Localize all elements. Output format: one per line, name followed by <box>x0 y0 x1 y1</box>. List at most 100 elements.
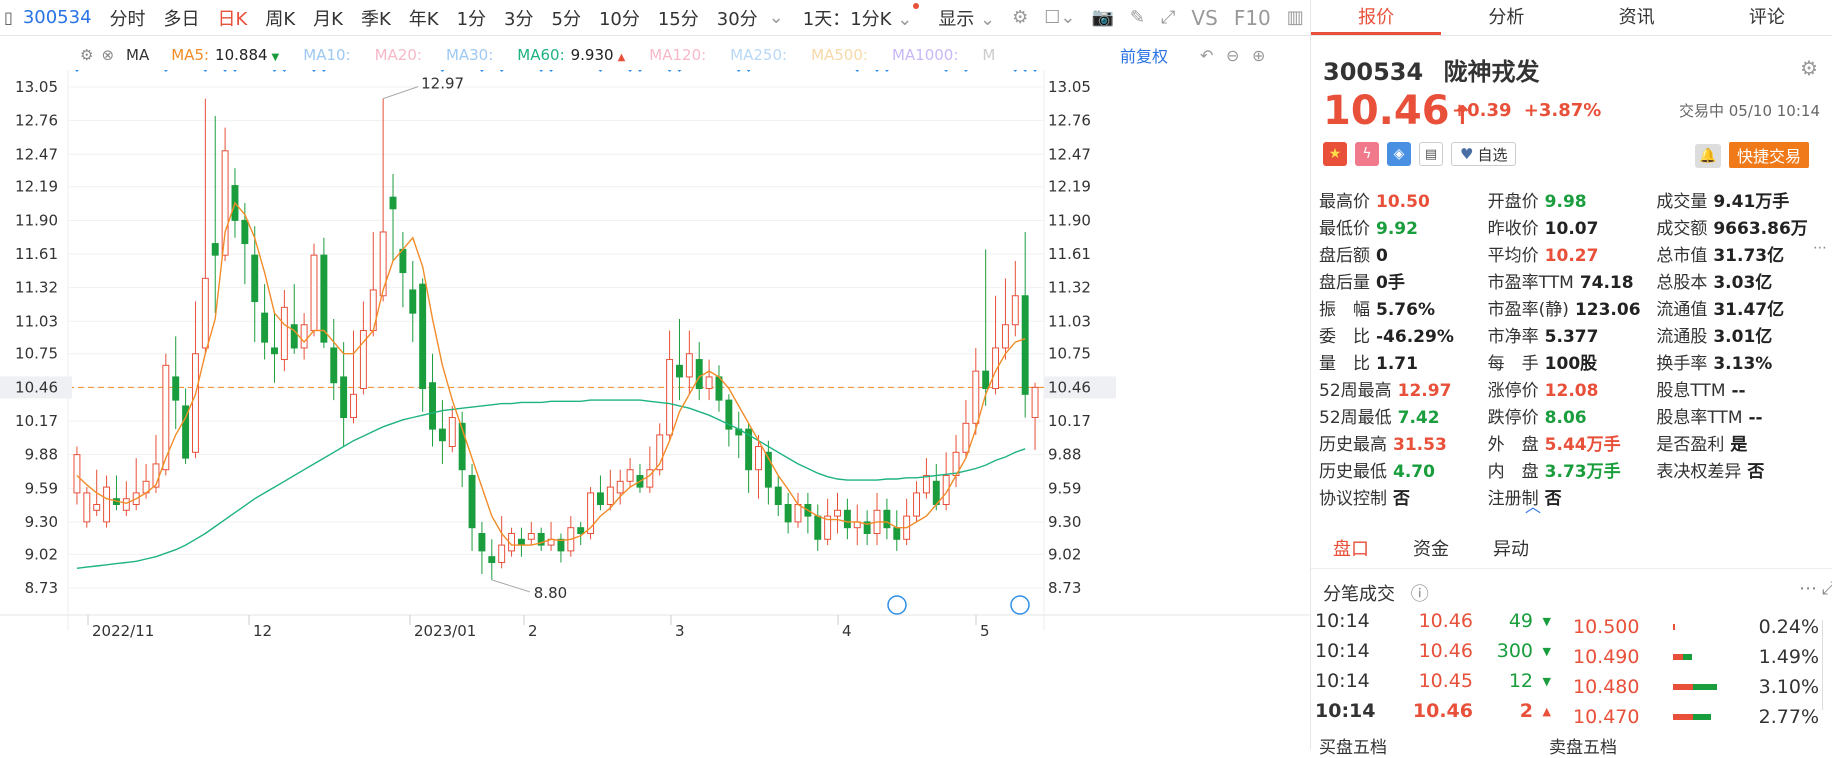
candle-body[interactable] <box>83 492 91 523</box>
candle-body[interactable] <box>251 254 259 303</box>
event-marker-icon[interactable] <box>874 66 881 72</box>
candle-body[interactable] <box>330 347 338 384</box>
period-tab[interactable]: 1分 <box>448 5 495 31</box>
event-marker-icon[interactable] <box>281 66 288 72</box>
candle-body[interactable] <box>982 370 990 390</box>
pencil-draw-icon[interactable]: ✎ <box>1122 7 1153 28</box>
event-marker-icon[interactable] <box>202 66 209 72</box>
period-tab[interactable]: 月K <box>304 5 352 31</box>
period-tab[interactable]: 年K <box>400 5 448 31</box>
vs-compare-button[interactable]: VS <box>1183 6 1225 30</box>
candle-body[interactable] <box>1001 324 1009 349</box>
candle-body[interactable] <box>834 509 841 517</box>
candle-body[interactable] <box>1011 295 1019 326</box>
sub-tab[interactable]: 异动 <box>1471 535 1551 561</box>
event-marker-icon[interactable] <box>271 66 278 72</box>
candle-body[interactable] <box>429 382 436 430</box>
candle-body[interactable] <box>172 376 180 401</box>
candle-body[interactable] <box>794 504 802 523</box>
zoom-in-icon[interactable]: ⊕ <box>1252 46 1265 65</box>
event-marker-icon[interactable] <box>597 66 604 72</box>
candle-body[interactable] <box>814 515 822 540</box>
candle-body[interactable] <box>666 359 674 436</box>
period-tab[interactable]: 30分 <box>708 5 767 31</box>
bell-alert-icon[interactable]: 🔔 <box>1695 144 1721 168</box>
candle-body[interactable] <box>1021 295 1029 395</box>
candle-body[interactable] <box>774 486 782 505</box>
event-marker-icon[interactable] <box>231 66 238 72</box>
candle-body[interactable] <box>211 243 219 256</box>
candle-body[interactable] <box>241 219 249 245</box>
period-tab[interactable]: 15分 <box>649 5 708 31</box>
candle-body[interactable] <box>488 556 496 563</box>
candle-body[interactable] <box>676 364 683 378</box>
ma-item[interactable]: MA120: <box>649 46 706 64</box>
earnings-marker-icon[interactable] <box>1010 595 1030 615</box>
candle-body[interactable] <box>755 446 762 471</box>
candle-body[interactable] <box>340 376 348 419</box>
candle-body[interactable] <box>300 324 308 349</box>
more-options-icon[interactable]: ⋯ <box>1813 240 1827 256</box>
period-tab[interactable]: 多日 <box>155 5 209 31</box>
event-marker-icon[interactable] <box>1012 66 1019 72</box>
info-icon[interactable]: ⓘ <box>1411 584 1429 605</box>
ma-item[interactable]: M <box>982 46 995 64</box>
candle-body[interactable] <box>596 492 604 505</box>
candle-body[interactable] <box>962 422 970 453</box>
event-marker-icon[interactable] <box>73 66 80 72</box>
notes-icon[interactable]: ▤ <box>1419 142 1443 166</box>
candle-body[interactable] <box>705 376 713 390</box>
event-marker-icon[interactable] <box>498 66 505 72</box>
candle-body[interactable] <box>201 277 209 349</box>
candle-body[interactable] <box>103 486 111 523</box>
fullscreen-icon[interactable]: ⤢ <box>1153 7 1183 28</box>
ma-item[interactable]: MA20: <box>375 46 422 64</box>
stock-code[interactable]: 300534 <box>17 7 101 28</box>
candle-body[interactable] <box>221 150 229 256</box>
event-marker-icon[interactable] <box>676 66 683 72</box>
period-tab[interactable]: 日K <box>209 5 257 31</box>
candle-body[interactable] <box>883 509 891 529</box>
candle-body[interactable] <box>73 454 81 494</box>
candle-body[interactable] <box>468 475 476 529</box>
sub-tab[interactable]: 资金 <box>1391 535 1471 561</box>
ma-item[interactable]: MA1000: <box>892 46 958 64</box>
candle-body[interactable] <box>715 376 723 401</box>
event-marker-icon[interactable] <box>478 66 485 72</box>
candle-body[interactable] <box>379 231 387 297</box>
candle-body[interactable] <box>843 509 851 529</box>
period-tab[interactable]: 3分 <box>495 5 542 31</box>
lightning-icon[interactable]: ϟ <box>1355 142 1379 166</box>
event-marker-icon[interactable] <box>666 66 673 72</box>
ma-item[interactable]: MA500: <box>811 46 868 64</box>
zoom-out-icon[interactable]: ⊖ <box>1226 46 1239 65</box>
candle-body[interactable] <box>438 428 446 442</box>
candle-body[interactable] <box>606 486 614 505</box>
ma-item[interactable]: MA5: 10.884 ▼ <box>171 46 279 64</box>
expand-icon[interactable]: ⤢ <box>1822 578 1832 599</box>
indicator-settings-gear-icon[interactable]: ⚙ <box>80 46 93 64</box>
candlestick-chart[interactable]: 13.05 13.05 12.76 12.76 12.47 12.47 12.19 12.19… <box>0 66 1310 750</box>
event-marker-icon[interactable] <box>854 66 861 72</box>
ma-item[interactable]: MA10: <box>303 46 350 64</box>
close-indicator-icon[interactable]: ⊗ <box>101 46 114 64</box>
candle-body[interactable] <box>784 504 792 523</box>
adjust-mode-button[interactable]: 前复权 <box>1120 43 1168 67</box>
candle-body[interactable] <box>893 527 901 540</box>
settings-gear-icon[interactable]: ⚙ <box>1800 56 1818 80</box>
candle-body[interactable] <box>577 527 585 534</box>
candle-body[interactable] <box>478 532 486 552</box>
event-marker-icon[interactable] <box>962 66 969 72</box>
event-marker-icon[interactable] <box>1032 66 1039 72</box>
candle-body[interactable] <box>271 347 278 355</box>
candle-body[interactable] <box>192 353 199 453</box>
candle-body[interactable] <box>498 544 506 563</box>
candle-body[interactable] <box>913 492 920 517</box>
event-marker-icon[interactable] <box>627 66 634 72</box>
candle-body[interactable] <box>280 306 288 361</box>
period-tab[interactable]: 分时 <box>101 5 155 31</box>
candle-body[interactable] <box>320 254 328 343</box>
candle-body[interactable] <box>409 289 417 314</box>
scrollbar[interactable] <box>1822 620 1832 710</box>
candle-body[interactable] <box>922 475 930 494</box>
